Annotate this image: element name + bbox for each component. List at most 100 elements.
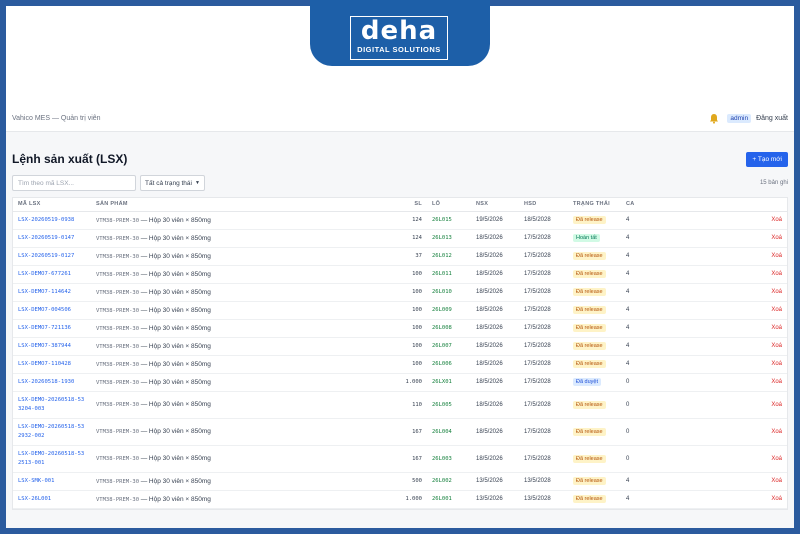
exp-date-cell: 17/5/2028: [519, 373, 568, 392]
order-code-link[interactable]: LSX-DEMO-20260518-532513-001: [18, 450, 86, 468]
product-sku: VTM38-PREM-30: [96, 379, 140, 386]
delete-link[interactable]: Xoá: [661, 445, 787, 473]
product-name: Hộp 30 viên × 850mg: [148, 306, 211, 314]
table-row[interactable]: LSX-DEMO7-004506 VTM38-PREM-30 — Hộp 30 v…: [13, 301, 787, 320]
delete-link[interactable]: Xoá: [661, 283, 787, 302]
mfg-date-cell: 18/5/2026: [471, 391, 519, 419]
delete-link[interactable]: Xoá: [661, 337, 787, 356]
delete-link[interactable]: Xoá: [661, 211, 787, 230]
order-code-link[interactable]: LSX-20260519-0127: [18, 252, 86, 261]
product-name: Hộp 30 viên × 850mg: [148, 495, 211, 503]
table-row[interactable]: LSX-DEMO-20260518-533204-003 VTM38-PREM-3…: [13, 391, 787, 419]
status-badge: Đã release: [573, 427, 606, 436]
product-name: Hộp 30 viên × 850mg: [148, 360, 211, 368]
product-name: Hộp 30 viên × 850mg: [148, 378, 211, 386]
product-sku: VTM38-PREM-30: [96, 217, 140, 224]
delete-link[interactable]: Xoá: [661, 373, 787, 392]
table-row[interactable]: LSX-DEMO7-114642 VTM38-PREM-30 — Hộp 30 v…: [13, 283, 787, 302]
delete-link[interactable]: Xoá: [661, 490, 787, 509]
table-row[interactable]: LSX-DEMO7-721136 VTM38-PREM-30 — Hộp 30 v…: [13, 319, 787, 338]
delete-link[interactable]: Xoá: [661, 355, 787, 374]
product-sep: —: [140, 378, 148, 386]
order-code-link[interactable]: LSX-DEMO7-721136: [18, 324, 86, 333]
order-code-link[interactable]: LSX-DEMO-20260518-533204-003: [18, 396, 86, 414]
status-badge: Đã release: [573, 216, 606, 224]
mfg-date-cell: 18/5/2026: [471, 283, 519, 302]
order-code-link[interactable]: LSX-SMK-001: [18, 477, 86, 486]
product-sku: VTM38-PREM-30: [96, 289, 140, 296]
product-sep: —: [140, 477, 148, 485]
shift-cell: 0: [621, 418, 661, 446]
product-sep: —: [140, 342, 148, 350]
exp-date-cell: 17/5/2028: [519, 391, 568, 419]
exp-date-cell: 17/5/2028: [519, 283, 568, 302]
quantity-cell: 500: [391, 472, 427, 491]
status-filter-select[interactable]: Tất cả trạng thái ▼: [140, 175, 205, 191]
table-row[interactable]: LSX-20260519-0938 VTM38-PREM-30 — Hộp 30 …: [13, 211, 787, 230]
mfg-date-cell: 18/5/2026: [471, 301, 519, 320]
bell-icon[interactable]: [709, 113, 721, 125]
order-code-link[interactable]: LSX-20260519-0147: [18, 234, 86, 243]
lot-cell: 26L003: [427, 445, 471, 473]
status-badge: Đã release: [573, 252, 606, 260]
order-code-link[interactable]: LSX-26L001: [18, 495, 86, 504]
table-row[interactable]: LSX-DEMO-20260518-532513-001 VTM38-PREM-3…: [13, 445, 787, 473]
delete-link[interactable]: Xoá: [661, 265, 787, 284]
table-row[interactable]: LSX-SMK-001 VTM38-PREM-30 — Hộp 30 viên ×…: [13, 472, 787, 491]
shift-cell: 0: [621, 391, 661, 419]
product-sep: —: [140, 234, 148, 242]
status-badge: Đã release: [573, 306, 606, 314]
shift-cell: 0: [621, 373, 661, 392]
quantity-cell: 124: [391, 211, 427, 230]
mfg-date-cell: 18/5/2026: [471, 247, 519, 266]
delete-link[interactable]: Xoá: [661, 391, 787, 419]
column-header-lot: LÔ: [427, 198, 471, 212]
table-row[interactable]: LSX-DEMO-20260518-532932-002 VTM38-PREM-3…: [13, 418, 787, 446]
quantity-cell: 100: [391, 319, 427, 338]
table-row[interactable]: LSX-20260519-0127 VTM38-PREM-30 — Hộp 30 …: [13, 247, 787, 266]
mfg-date-cell: 18/5/2026: [471, 355, 519, 374]
delete-link[interactable]: Xoá: [661, 229, 787, 248]
top-bar: Vahico MES — Quản trị viên admin Đăng xu…: [6, 106, 794, 132]
table-row[interactable]: LSX-DEMO7-110428 VTM38-PREM-30 — Hộp 30 v…: [13, 355, 787, 374]
delete-link[interactable]: Xoá: [661, 319, 787, 338]
lot-cell: 26L015: [427, 211, 471, 230]
order-code-link[interactable]: LSX-DEMO-20260518-532932-002: [18, 423, 86, 441]
delete-link[interactable]: Xoá: [661, 247, 787, 266]
order-code-link[interactable]: LSX-20260519-0938: [18, 216, 86, 225]
product-sep: —: [140, 252, 148, 260]
logout-link[interactable]: Đăng xuất: [756, 115, 788, 122]
create-new-button[interactable]: + Tạo mới: [746, 151, 788, 167]
delete-link[interactable]: Xoá: [661, 472, 787, 491]
table-row[interactable]: LSX-20260518-1930 VTM38-PREM-30 — Hộp 30 …: [13, 373, 787, 392]
column-header-mfg: NSX: [471, 198, 519, 212]
record-count: 15 bản ghi: [759, 180, 788, 186]
product-sep: —: [140, 216, 148, 224]
search-input[interactable]: [12, 175, 136, 191]
table-row[interactable]: LSX-DEMO7-387944 VTM38-PREM-30 — Hộp 30 v…: [13, 337, 787, 356]
product-sku: VTM38-PREM-30: [96, 429, 140, 435]
quantity-cell: 167: [391, 445, 427, 473]
order-code-link[interactable]: LSX-20260518-1930: [18, 378, 86, 387]
mfg-date-cell: 18/5/2026: [471, 265, 519, 284]
status-badge: Hoàn tất: [573, 234, 600, 242]
order-code-link[interactable]: LSX-DEMO7-677261: [18, 270, 86, 279]
status-badge: Đã release: [573, 324, 606, 332]
exp-date-cell: 17/5/2028: [519, 265, 568, 284]
table-row[interactable]: LSX-DEMO7-677261 VTM38-PREM-30 — Hộp 30 v…: [13, 265, 787, 284]
logo-text: deha: [360, 16, 438, 46]
order-code-link[interactable]: LSX-DEMO7-114642: [18, 288, 86, 297]
product-sep: —: [140, 401, 148, 408]
lot-cell: 26L007: [427, 337, 471, 356]
mfg-date-cell: 18/5/2026: [471, 418, 519, 446]
table-row[interactable]: LSX-20260519-0147 VTM38-PREM-30 — Hộp 30 …: [13, 229, 787, 248]
quantity-cell: 110: [391, 391, 427, 419]
column-header-code: MÃ LSX: [13, 198, 91, 212]
order-code-link[interactable]: LSX-DEMO7-387944: [18, 342, 86, 351]
delete-link[interactable]: Xoá: [661, 301, 787, 320]
order-code-link[interactable]: LSX-DEMO7-004506: [18, 306, 86, 315]
order-code-link[interactable]: LSX-DEMO7-110428: [18, 360, 86, 369]
table-row[interactable]: LSX-26L001 VTM38-PREM-30 — Hộp 30 viên × …: [13, 490, 787, 509]
delete-link[interactable]: Xoá: [661, 418, 787, 446]
exp-date-cell: 17/5/2028: [519, 301, 568, 320]
